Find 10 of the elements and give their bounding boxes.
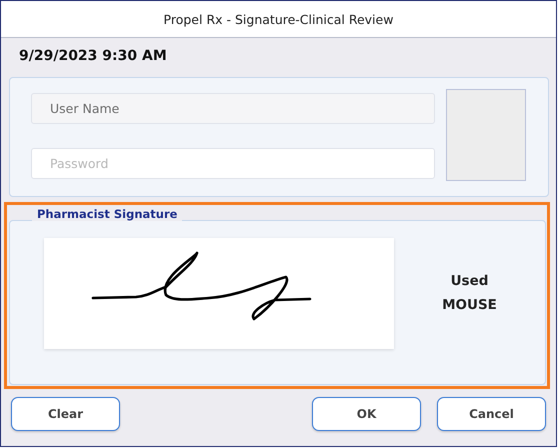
input-field[interactable]: Password — [31, 148, 435, 179]
section-legend: Pharmacist Signature — [32, 207, 182, 221]
action-button[interactable]: OK — [312, 397, 421, 431]
method-value: MOUSE — [442, 297, 497, 313]
action-button[interactable]: Clear — [11, 397, 120, 431]
signature-pad[interactable] — [44, 238, 394, 349]
action-button[interactable]: Cancel — [437, 397, 546, 431]
method-label: Used — [450, 273, 488, 289]
window-title: Propel Rx - Signature-Clinical Review — [1, 1, 556, 38]
timestamp: 9/29/2023 9:30 AM — [18, 47, 168, 66]
